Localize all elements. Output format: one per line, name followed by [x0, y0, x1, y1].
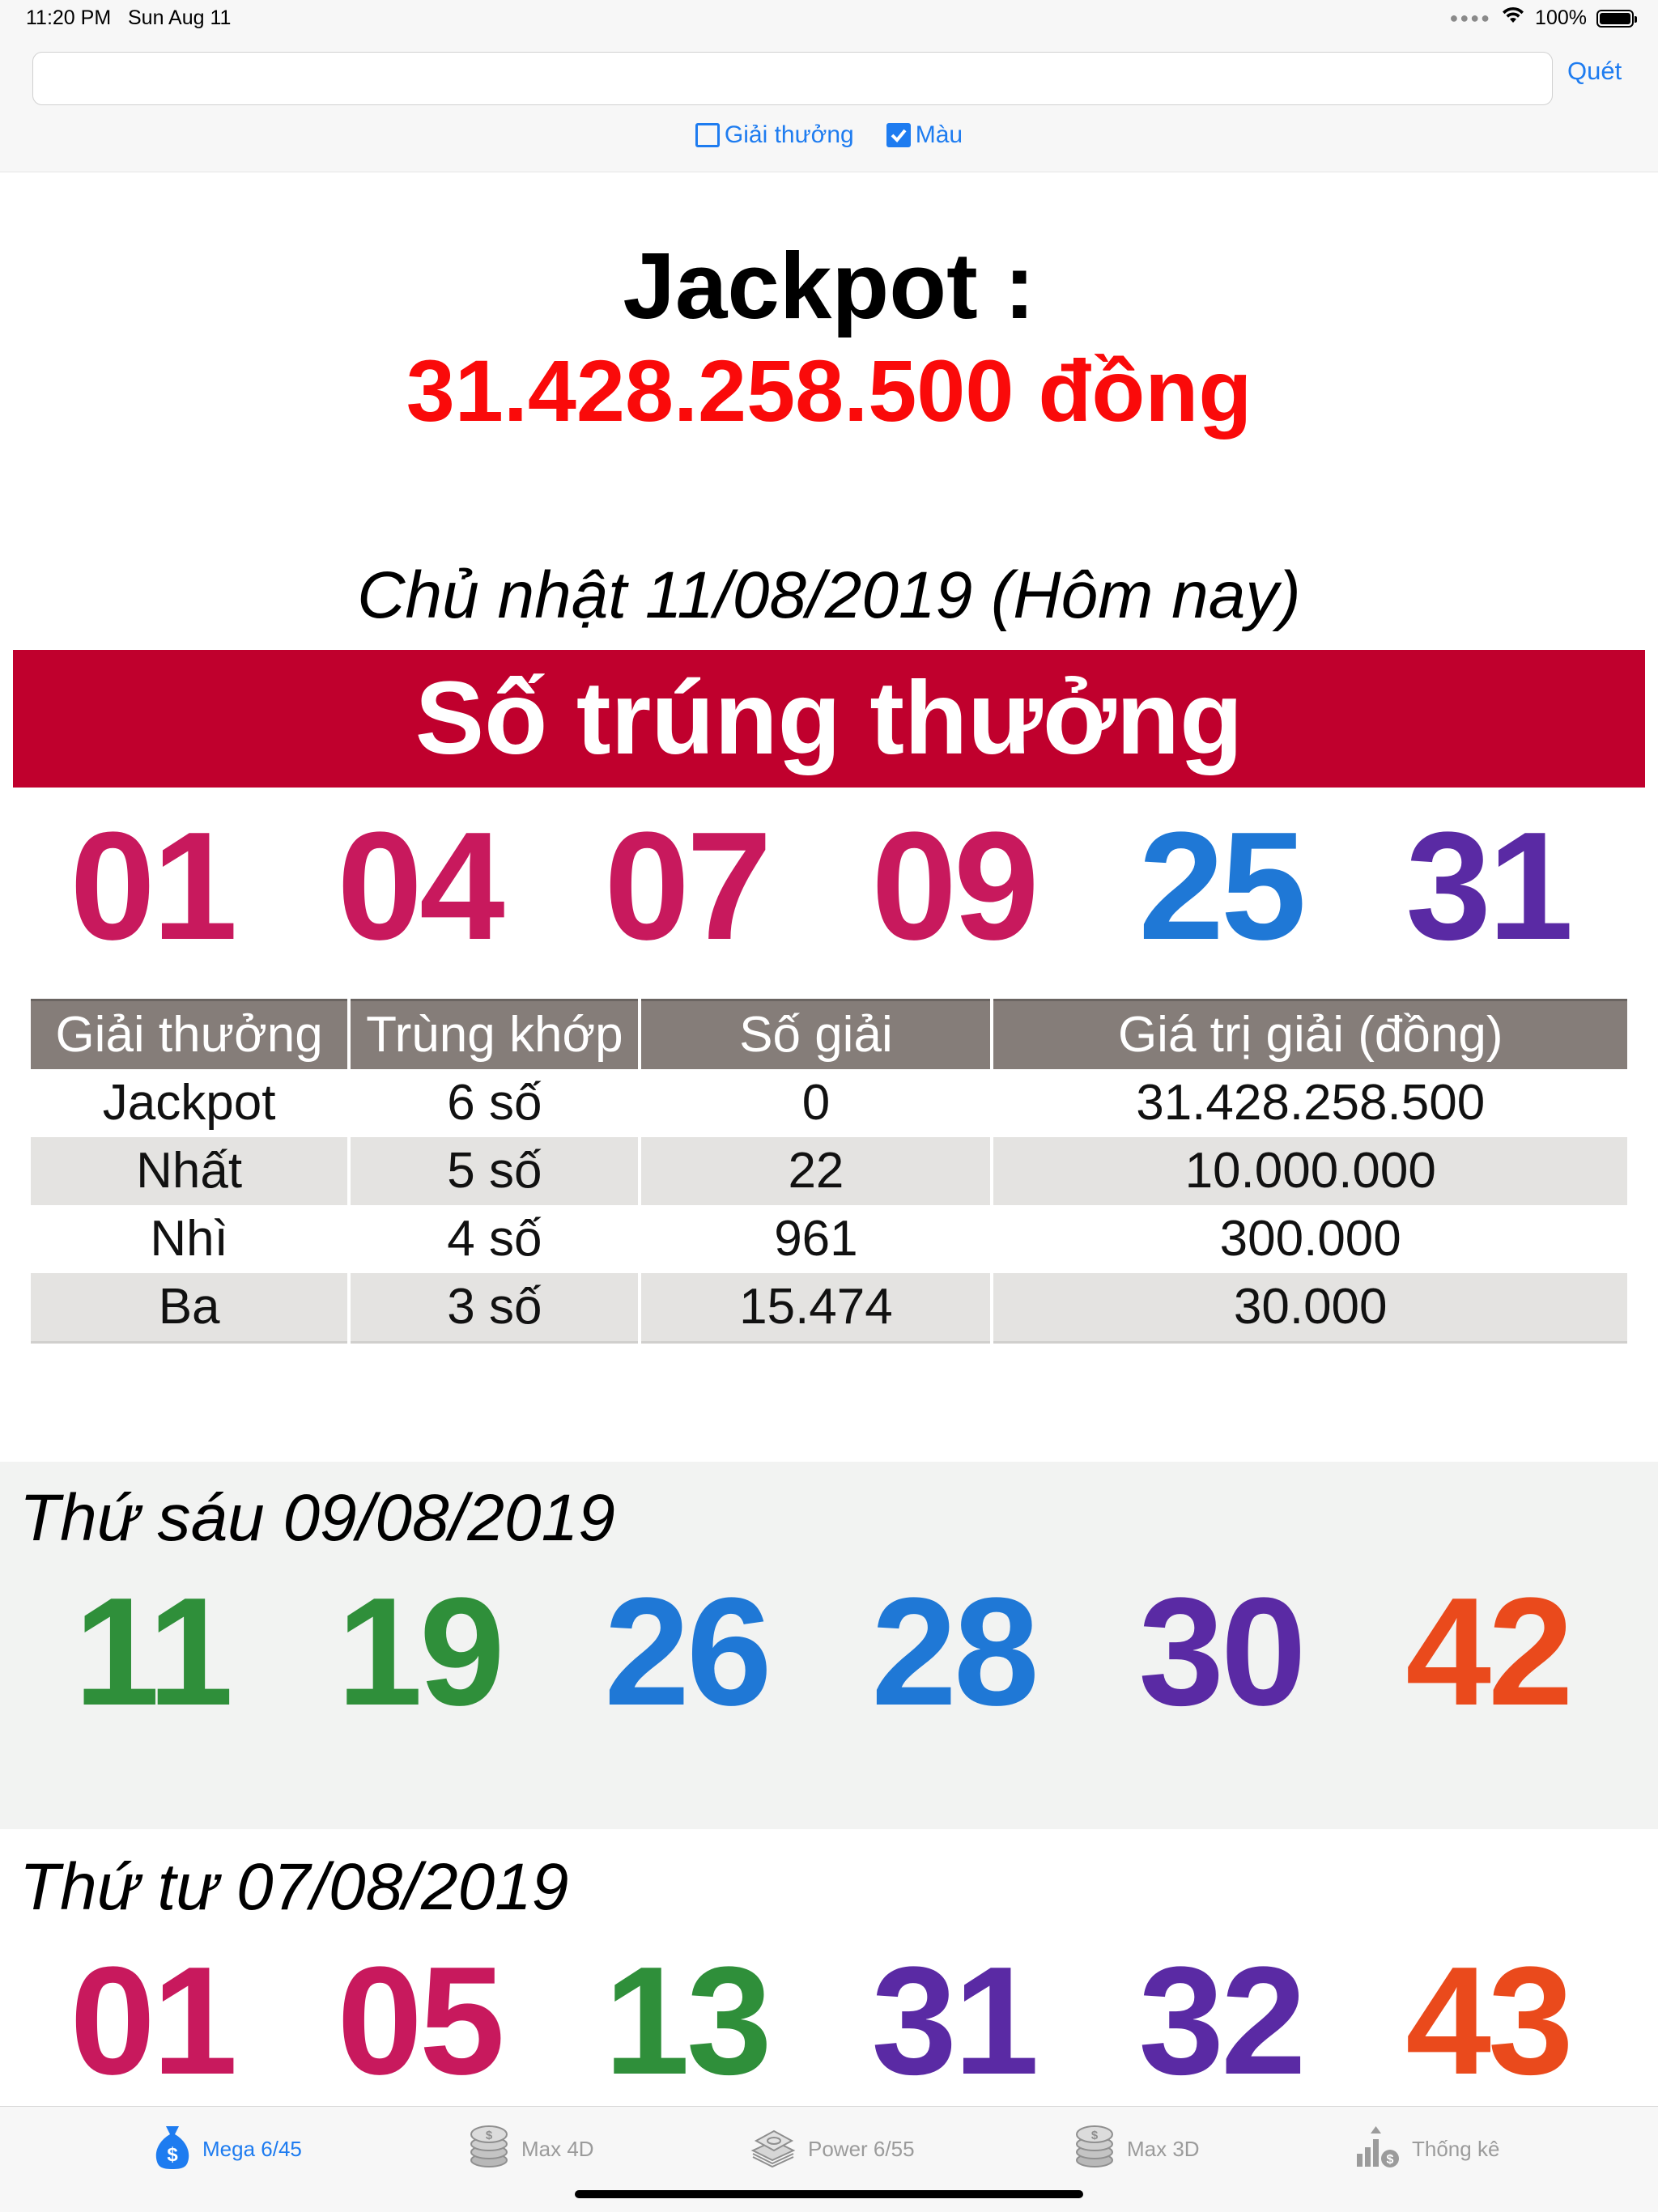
color-checkbox-label: Màu: [915, 121, 963, 148]
winning-number: 26: [604, 1566, 772, 1738]
history-draw[interactable]: Thứ tư 07/08/2019 01 05 13 31 32 43: [0, 1831, 1658, 2106]
svg-text:$: $: [486, 2129, 493, 2142]
winning-number: 31: [1405, 800, 1573, 972]
table-cell: 4 số: [447, 1211, 542, 1267]
today-draw-date: Chủ nhật 11/08/2019 (Hôm nay): [357, 558, 1301, 632]
table-row: Nhì 4 số 961 300.000: [31, 1205, 1627, 1273]
signal-dots-icon: ●●●●: [1449, 10, 1492, 26]
status-time: 11:20 PM: [26, 6, 112, 29]
table-cell: 300.000: [1219, 1211, 1401, 1267]
coins-icon: $: [468, 2123, 510, 2176]
battery-icon: [1596, 9, 1637, 28]
table-cell: 961: [774, 1211, 858, 1267]
jackpot-label: Jackpot :: [623, 233, 1035, 338]
winning-numbers-banner: Số trúng thưởng: [13, 650, 1645, 788]
prize-table: Giải thưởng Trùng khớp Số giải Giá trị g…: [28, 999, 1630, 1344]
jackpot-amount: 31.428.258.500 đồng: [406, 342, 1252, 439]
table-cell: 15.474: [641, 1273, 991, 1344]
history-numbers: 01 05 13 31 32 43: [0, 1944, 1658, 2098]
history-draw-date: Thứ sáu 09/08/2019: [19, 1481, 615, 1555]
table-cell: 0: [801, 1075, 831, 1131]
winning-number: 01: [70, 800, 237, 972]
tab-label: Mega 6/45: [202, 2136, 302, 2161]
table-cell: 3 số: [351, 1273, 639, 1344]
table-row: Ba 3 số 15.474 30.000: [31, 1273, 1627, 1344]
money-bag-icon: $: [154, 2123, 191, 2176]
winning-number: 28: [871, 1566, 1039, 1738]
today-winning-numbers: 01 04 07 09 25 31: [0, 809, 1658, 963]
filter-checkboxes: Giải thưởng Màu: [0, 121, 1658, 149]
top-bar: 11:20 PM Sun Aug 11 ●●●● 100% Quét Giải …: [0, 0, 1658, 172]
svg-text:$: $: [167, 2144, 178, 2166]
winning-number: 13: [604, 1935, 772, 2107]
column-header-prize: Giải thưởng: [31, 999, 348, 1069]
winning-number: 04: [337, 800, 504, 972]
statistics-icon: $: [1354, 2123, 1401, 2176]
table-cell: Nhì: [150, 1211, 228, 1267]
tab-power-655[interactable]: Power 6/55: [750, 2123, 915, 2175]
status-date: Sun Aug 11: [128, 6, 232, 29]
wifi-icon: [1501, 6, 1525, 30]
column-header-count: Số giải: [641, 999, 991, 1069]
tab-max-3d[interactable]: $ Max 3D: [1073, 2123, 1200, 2175]
column-header-match: Trùng khớp: [351, 999, 639, 1069]
winning-number: 09: [871, 800, 1039, 972]
table-row: Jackpot 6 số 0 31.428.258.500: [31, 1069, 1627, 1137]
tab-label: Thống kê: [1412, 2136, 1500, 2161]
winning-number: 43: [1405, 1935, 1573, 2107]
history-draw[interactable]: Thứ sáu 09/08/2019 11 19 26 28 30 42: [0, 1462, 1658, 1829]
tab-statistics[interactable]: $ Thống kê: [1354, 2123, 1499, 2175]
winning-number: 05: [337, 1935, 504, 2107]
prizes-checkbox-label: Giải thưởng: [724, 121, 854, 148]
table-cell: 22: [641, 1137, 991, 1205]
tab-label: Max 4D: [521, 2136, 594, 2161]
color-checkbox[interactable]: Màu: [886, 121, 963, 149]
prizes-checkbox[interactable]: Giải thưởng: [695, 121, 854, 149]
table-cell: Jackpot: [102, 1075, 276, 1131]
tab-mega-645[interactable]: $ Mega 6/45: [154, 2123, 302, 2175]
table-cell: Nhất: [31, 1137, 348, 1205]
table-cell: 6 số: [447, 1075, 542, 1131]
battery-percent: 100%: [1535, 6, 1587, 29]
home-indicator[interactable]: [575, 2190, 1083, 2198]
history-numbers: 11 19 26 28 30 42: [0, 1575, 1658, 1729]
table-cell: 10.000.000: [993, 1137, 1627, 1205]
table-cell: 31.428.258.500: [1136, 1075, 1486, 1131]
winning-number: 25: [1138, 800, 1306, 972]
table-row: Nhất 5 số 22 10.000.000: [31, 1137, 1627, 1205]
winning-number: 01: [70, 1935, 237, 2107]
scan-button[interactable]: Quét: [1567, 57, 1622, 86]
status-bar-time: 11:20 PM Sun Aug 11: [26, 6, 231, 30]
winning-number: 31: [871, 1935, 1039, 2107]
table-cell: Ba: [31, 1273, 348, 1344]
tab-max-4d[interactable]: $ Max 4D: [468, 2123, 594, 2175]
history-draw-date: Thứ tư 07/08/2019: [19, 1850, 569, 1924]
column-header-value: Giá trị giải (đồng): [993, 999, 1627, 1069]
table-header-row: Giải thưởng Trùng khớp Số giải Giá trị g…: [31, 999, 1627, 1069]
svg-text:$: $: [1387, 2153, 1394, 2167]
table-cell: 5 số: [351, 1137, 639, 1205]
tab-label: Power 6/55: [808, 2136, 915, 2161]
winning-number: 11: [74, 1566, 234, 1738]
search-input[interactable]: [32, 52, 1553, 105]
unchecked-box-icon[interactable]: [695, 123, 720, 147]
tab-label: Max 3D: [1127, 2136, 1200, 2161]
coins-icon: $: [1073, 2123, 1116, 2176]
status-bar-right: ●●●● 100%: [1449, 6, 1637, 30]
winning-number: 07: [604, 800, 772, 972]
svg-text:$: $: [1091, 2129, 1099, 2142]
winning-number: 19: [337, 1566, 504, 1738]
winning-number: 30: [1138, 1566, 1306, 1738]
table-cell: 30.000: [993, 1273, 1627, 1344]
checked-box-icon[interactable]: [886, 123, 911, 147]
cash-stack-icon: [750, 2123, 797, 2176]
winning-number: 42: [1405, 1566, 1573, 1738]
winning-number: 32: [1138, 1935, 1306, 2107]
